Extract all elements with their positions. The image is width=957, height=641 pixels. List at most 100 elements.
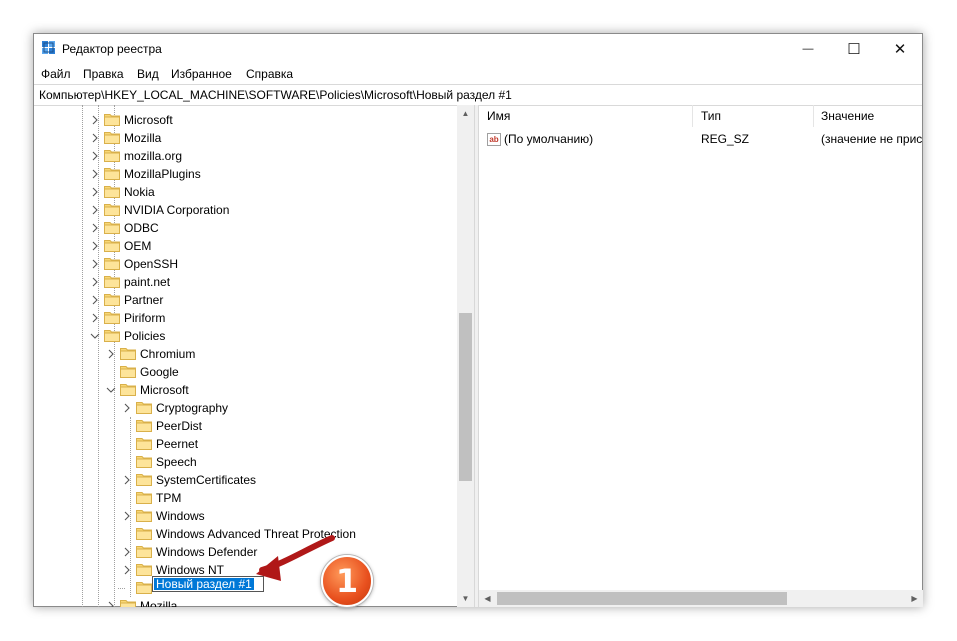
rename-key-input[interactable]: Новый раздел #1 bbox=[152, 576, 264, 592]
menu-file[interactable]: Файл bbox=[41, 67, 71, 81]
tree-item[interactable]: paint.net bbox=[34, 273, 457, 291]
minimize-button[interactable]: — bbox=[785, 34, 831, 64]
close-button[interactable]: ✕ bbox=[877, 34, 923, 64]
tree-item[interactable]: OpenSSH bbox=[34, 255, 457, 273]
folder-icon bbox=[136, 420, 152, 432]
tree-item-label: Chromium bbox=[140, 347, 196, 361]
chevron-right-icon[interactable] bbox=[106, 598, 116, 607]
tree-item-label: Mozilla bbox=[140, 599, 178, 607]
tree-item-label: Google bbox=[140, 365, 179, 379]
maximize-icon: ☐ bbox=[847, 41, 861, 58]
folder-icon bbox=[136, 456, 152, 468]
chevron-right-icon[interactable] bbox=[122, 400, 132, 416]
tree-item[interactable]: Windows Defender bbox=[34, 543, 457, 561]
scroll-up-icon[interactable]: ▲ bbox=[457, 105, 474, 122]
tree-item[interactable]: Chromium bbox=[34, 345, 457, 363]
tree-item[interactable]: Peernet bbox=[34, 435, 457, 453]
tree-item[interactable]: Speech bbox=[34, 453, 457, 471]
tree-item[interactable]: Partner bbox=[34, 291, 457, 309]
chevron-right-icon[interactable] bbox=[122, 562, 132, 578]
tree-item[interactable]: Mozilla bbox=[34, 129, 457, 147]
scroll-down-icon[interactable]: ▼ bbox=[457, 590, 474, 607]
folder-icon bbox=[104, 294, 120, 306]
folder-icon bbox=[136, 402, 152, 414]
tree-item[interactable]: mozilla.org bbox=[34, 147, 457, 165]
column-header-data[interactable]: Значение bbox=[821, 105, 874, 127]
folder-icon bbox=[104, 312, 120, 324]
tree-item[interactable]: Google bbox=[34, 363, 457, 381]
chevron-right-icon[interactable] bbox=[122, 544, 132, 560]
tree-scroll-thumb[interactable] bbox=[459, 313, 472, 481]
folder-icon bbox=[104, 330, 120, 342]
address-bar[interactable]: Компьютер\HKEY_LOCAL_MACHINE\SOFTWARE\Po… bbox=[34, 84, 922, 106]
tree-item[interactable]: TPM bbox=[34, 489, 457, 507]
chevron-right-icon[interactable] bbox=[90, 112, 100, 128]
chevron-right-icon[interactable] bbox=[90, 202, 100, 218]
maximize-button[interactable]: ☐ bbox=[831, 34, 877, 64]
tree-item[interactable]: Mozilla bbox=[34, 597, 457, 607]
chevron-right-icon[interactable] bbox=[90, 256, 100, 272]
value-data: (значение не прис bbox=[821, 132, 923, 146]
chevron-right-icon[interactable] bbox=[90, 310, 100, 326]
chevron-right-icon[interactable] bbox=[122, 472, 132, 488]
chevron-right-icon[interactable] bbox=[90, 148, 100, 164]
values-horizontal-scrollbar[interactable]: ◀ ▶ bbox=[479, 590, 923, 607]
chevron-down-icon[interactable] bbox=[106, 382, 116, 398]
key-tree-pane[interactable]: Microsoft Mozilla mozilla.org MozillaPlugin… bbox=[34, 105, 474, 607]
chevron-right-icon[interactable] bbox=[90, 292, 100, 308]
chevron-right-icon[interactable] bbox=[90, 274, 100, 290]
folder-icon bbox=[104, 276, 120, 288]
folder-icon bbox=[136, 528, 152, 540]
menu-view[interactable]: Вид bbox=[137, 67, 159, 81]
chevron-right-icon[interactable] bbox=[90, 166, 100, 182]
tree-item-label: Cryptography bbox=[156, 401, 229, 415]
chevron-down-icon[interactable] bbox=[90, 328, 100, 344]
tree-item[interactable]: OEM bbox=[34, 237, 457, 255]
tree-item[interactable]: Cryptography bbox=[34, 399, 457, 417]
tree-vertical-scrollbar[interactable]: ▲ ▼ bbox=[457, 105, 474, 607]
tree-item[interactable]: NVIDIA Corporation bbox=[34, 201, 457, 219]
rename-key-selected-text[interactable]: Новый раздел #1 bbox=[154, 578, 254, 590]
menu-edit[interactable]: Правка bbox=[83, 67, 124, 81]
tree-item[interactable]: Windows bbox=[34, 507, 457, 525]
tree-item[interactable]: PeerDist bbox=[34, 417, 457, 435]
chevron-right-icon[interactable] bbox=[106, 346, 116, 362]
menu-favorites[interactable]: Избранное bbox=[171, 67, 232, 81]
column-divider[interactable] bbox=[813, 105, 814, 127]
values-scroll-thumb[interactable] bbox=[497, 592, 787, 605]
value-name: (По умолчанию) bbox=[504, 132, 594, 146]
chevron-right-icon[interactable] bbox=[90, 220, 100, 236]
address-path[interactable]: Компьютер\HKEY_LOCAL_MACHINE\SOFTWARE\Po… bbox=[39, 88, 512, 102]
chevron-right-icon[interactable] bbox=[90, 238, 100, 254]
tree-item[interactable]: ODBC bbox=[34, 219, 457, 237]
tree-item[interactable]: SystemCertificates bbox=[34, 471, 457, 489]
folder-icon bbox=[120, 384, 136, 396]
tree-item-label: Windows bbox=[156, 509, 205, 523]
scroll-left-icon[interactable]: ◀ bbox=[479, 590, 496, 607]
string-value-icon: ab bbox=[487, 133, 501, 146]
menu-help[interactable]: Справка bbox=[246, 67, 293, 81]
scroll-right-icon[interactable]: ▶ bbox=[906, 590, 923, 607]
column-header-type[interactable]: Тип bbox=[701, 105, 721, 127]
chevron-right-icon[interactable] bbox=[90, 130, 100, 146]
values-pane[interactable]: Имя Тип Значение ab (По умолчанию) REG_S… bbox=[479, 105, 923, 607]
tree-item[interactable]: Windows Advanced Threat Protection bbox=[34, 525, 457, 543]
tree-item[interactable]: MozillaPlugins bbox=[34, 165, 457, 183]
folder-icon bbox=[136, 492, 152, 504]
title-bar: Редактор реестра — ☐ ✕ bbox=[34, 34, 922, 64]
tree-item-label: OpenSSH bbox=[124, 257, 179, 271]
tree-item[interactable]: Microsoft bbox=[34, 111, 457, 129]
tree-item-label: Nokia bbox=[124, 185, 155, 199]
tree-item[interactable]: Microsoft bbox=[34, 381, 457, 399]
folder-icon bbox=[104, 168, 120, 180]
chevron-right-icon[interactable] bbox=[122, 508, 132, 524]
tree-item[interactable]: Piriform bbox=[34, 309, 457, 327]
chevron-right-icon[interactable] bbox=[90, 184, 100, 200]
folder-icon bbox=[136, 546, 152, 558]
folder-icon bbox=[136, 474, 152, 486]
column-header-name[interactable]: Имя bbox=[487, 105, 510, 127]
tree-item[interactable]: Policies bbox=[34, 327, 457, 345]
tree-item[interactable]: Nokia bbox=[34, 183, 457, 201]
folder-icon bbox=[136, 564, 152, 576]
column-divider[interactable] bbox=[692, 105, 693, 127]
